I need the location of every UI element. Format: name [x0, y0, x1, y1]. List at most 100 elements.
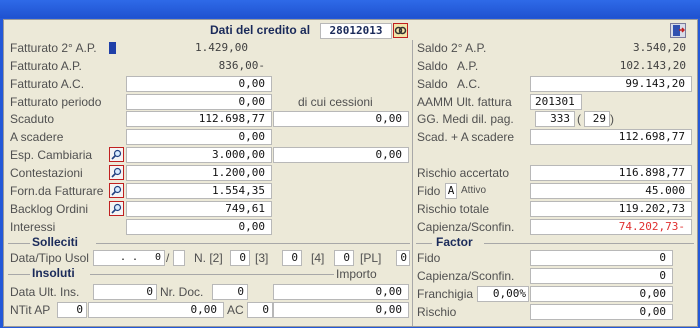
magnifier-icon [111, 185, 122, 196]
credit-panel: Dati del credito al 28012013 Fatturato 2… [3, 19, 698, 327]
franchigia-field[interactable]: 0,00 [530, 286, 673, 302]
interessi-field[interactable]: 0,00 [126, 219, 272, 235]
data-ult-ins-field[interactable]: 0 [93, 284, 157, 300]
backlog-label: Backlog Ordini [10, 202, 89, 216]
fido-label: Fido [417, 184, 441, 198]
fatt-2ap-indicator [109, 42, 116, 54]
fido-field[interactable]: 45.000 [530, 183, 692, 199]
forn-fatturare-label: Forn.da Fatturare [10, 184, 104, 198]
solleciti-n3-label: [3] [255, 251, 269, 265]
insoluti-importo-field[interactable]: 0,00 [273, 284, 409, 300]
factor-title: Factor [436, 235, 473, 249]
solleciti-n4-field[interactable]: 0 [334, 250, 354, 266]
solleciti-n4-label: [4] [311, 251, 325, 265]
magnifier-icon [111, 167, 122, 178]
window-titlebar [0, 0, 700, 18]
saldo-ap-value: 102.143,20 [619, 59, 686, 72]
esp-cambiaria-label: Esp. Cambiaria [10, 148, 93, 162]
interessi-label: Interessi [10, 220, 56, 234]
solleciti-n2-field[interactable]: 0 [230, 250, 250, 266]
franchigia-pct-field[interactable]: 0,00% [477, 286, 529, 302]
scad-a-scadere-field[interactable]: 112.698,77 [530, 129, 692, 145]
fatt-ap-label: Fatturato A.P. [10, 59, 82, 73]
solleciti-date-value: . . [119, 252, 139, 263]
forn-fatturare-zoom-button[interactable] [109, 183, 124, 198]
factor-fido-label: Fido [417, 251, 441, 265]
magnifier-icon [111, 149, 122, 160]
saldo-2ap-label: Saldo 2° A.P. [417, 41, 487, 55]
fatt-2ap-label: Fatturato 2° A.P. [10, 41, 97, 55]
insoluti-rule-mid [90, 274, 334, 275]
ntit-ap-amount-field[interactable]: 0,00 [88, 302, 224, 318]
solleciti-pl-label: [PL] [360, 251, 382, 265]
backlog-field[interactable]: 749,61 [126, 201, 272, 217]
aamm-label: AAMM Ult. fattura [417, 95, 512, 109]
ac-label: AC [227, 303, 244, 317]
aamm-field[interactable]: 201301 [530, 94, 582, 110]
scaduto-label: Scaduto [10, 112, 55, 126]
saldo-ac-label: Saldo A.C. [417, 77, 481, 91]
factor-rischio-label: Rischio [417, 305, 457, 319]
scaduto-field[interactable]: 112.698,77 [126, 111, 272, 127]
ntit-ap-field[interactable]: 0 [57, 302, 87, 318]
solleciti-rule-right [96, 243, 410, 244]
gg-medi-field[interactable]: 333 [535, 111, 575, 127]
exit-button[interactable] [670, 23, 686, 38]
solleciti-pl-field[interactable]: 0 [396, 250, 410, 266]
cessioni-label: di cui cessioni [298, 95, 373, 109]
ac-amount-field[interactable]: 0,00 [273, 302, 409, 318]
calculator-button[interactable] [393, 23, 408, 38]
contestazioni-field[interactable]: 1.200,00 [126, 165, 272, 181]
magnifier-icon [111, 203, 122, 214]
backlog-zoom-button[interactable] [109, 201, 124, 216]
solleciti-type-field[interactable] [173, 250, 185, 266]
factor-rischio-field[interactable]: 0,00 [530, 304, 673, 320]
nr-doc-field[interactable]: 0 [212, 284, 248, 300]
panel-title: Dati del credito al [210, 23, 311, 37]
gg-medi-paren-close: ) [610, 112, 614, 126]
solleciti-slash: / [166, 251, 170, 265]
fatt-ac-field[interactable]: 0,00 [126, 76, 272, 92]
a-scadere-label: A scadere [10, 130, 64, 144]
fido-code-field[interactable]: A [445, 183, 457, 199]
fatt-ac-label: Fatturato A.C. [10, 77, 85, 91]
contestazioni-zoom-button[interactable] [109, 165, 124, 180]
solleciti-date-field[interactable]: . . 0 [93, 250, 165, 266]
rischio-totale-field[interactable]: 119.202,73 [530, 201, 692, 217]
solleciti-n3-field[interactable]: 0 [282, 250, 302, 266]
factor-rule-right [484, 243, 694, 244]
link-icon [394, 26, 407, 35]
saldo-2ap-value: 3.540,20 [633, 41, 686, 54]
factor-rule-left [416, 243, 432, 244]
insoluti-title: Insoluti [32, 266, 75, 280]
esp-cambiaria-field[interactable]: 3.000,00 [126, 147, 272, 163]
saldo-ap-label: Saldo A.P. [417, 59, 479, 73]
fatt-periodo-label: Fatturato periodo [10, 95, 102, 109]
solleciti-title: Solleciti [32, 235, 79, 249]
solleciti-n2-label: N. [2] [194, 251, 223, 265]
saldo-ac-field[interactable]: 99.143,20 [530, 76, 692, 92]
scad-a-scadere-label: Scad. + A scadere [417, 130, 515, 144]
forn-fatturare-field[interactable]: 1.554,35 [126, 183, 272, 199]
scaduto-cessioni-field[interactable]: 0,00 [273, 111, 409, 127]
factor-capienza-label: Capienza/Sconfin. [417, 269, 515, 283]
fido-status: Attivo [461, 185, 487, 196]
esp-cambiaria-zoom-button[interactable] [109, 147, 124, 162]
ac-count-field[interactable]: 0 [247, 302, 273, 318]
factor-fido-field[interactable]: 0 [530, 250, 673, 266]
fatt-2ap-value: 1.429,00 [195, 41, 248, 54]
capienza-field[interactable]: 74.202,73- [530, 219, 692, 235]
rischio-accertato-field[interactable]: 116.898,77 [530, 165, 692, 181]
fatt-periodo-field[interactable]: 0,00 [126, 94, 272, 110]
fatt-ap-value: 836,00- [218, 59, 265, 72]
exit-door-icon [673, 25, 686, 36]
rischio-accertato-label: Rischio accertato [417, 166, 510, 180]
gg-medi-secondary-field[interactable]: 29 [584, 111, 610, 127]
a-scadere-field[interactable]: 0,00 [126, 129, 272, 145]
credit-date-field[interactable]: 28012013 [320, 23, 392, 39]
solleciti-label: Data/Tipo Usol [10, 251, 89, 265]
solleciti-rule-left [8, 243, 30, 244]
factor-capienza-field[interactable]: 0 [530, 268, 673, 284]
esp-cambiaria-cessioni-field[interactable]: 0,00 [273, 147, 409, 163]
gg-medi-paren-open: ( [577, 112, 581, 126]
